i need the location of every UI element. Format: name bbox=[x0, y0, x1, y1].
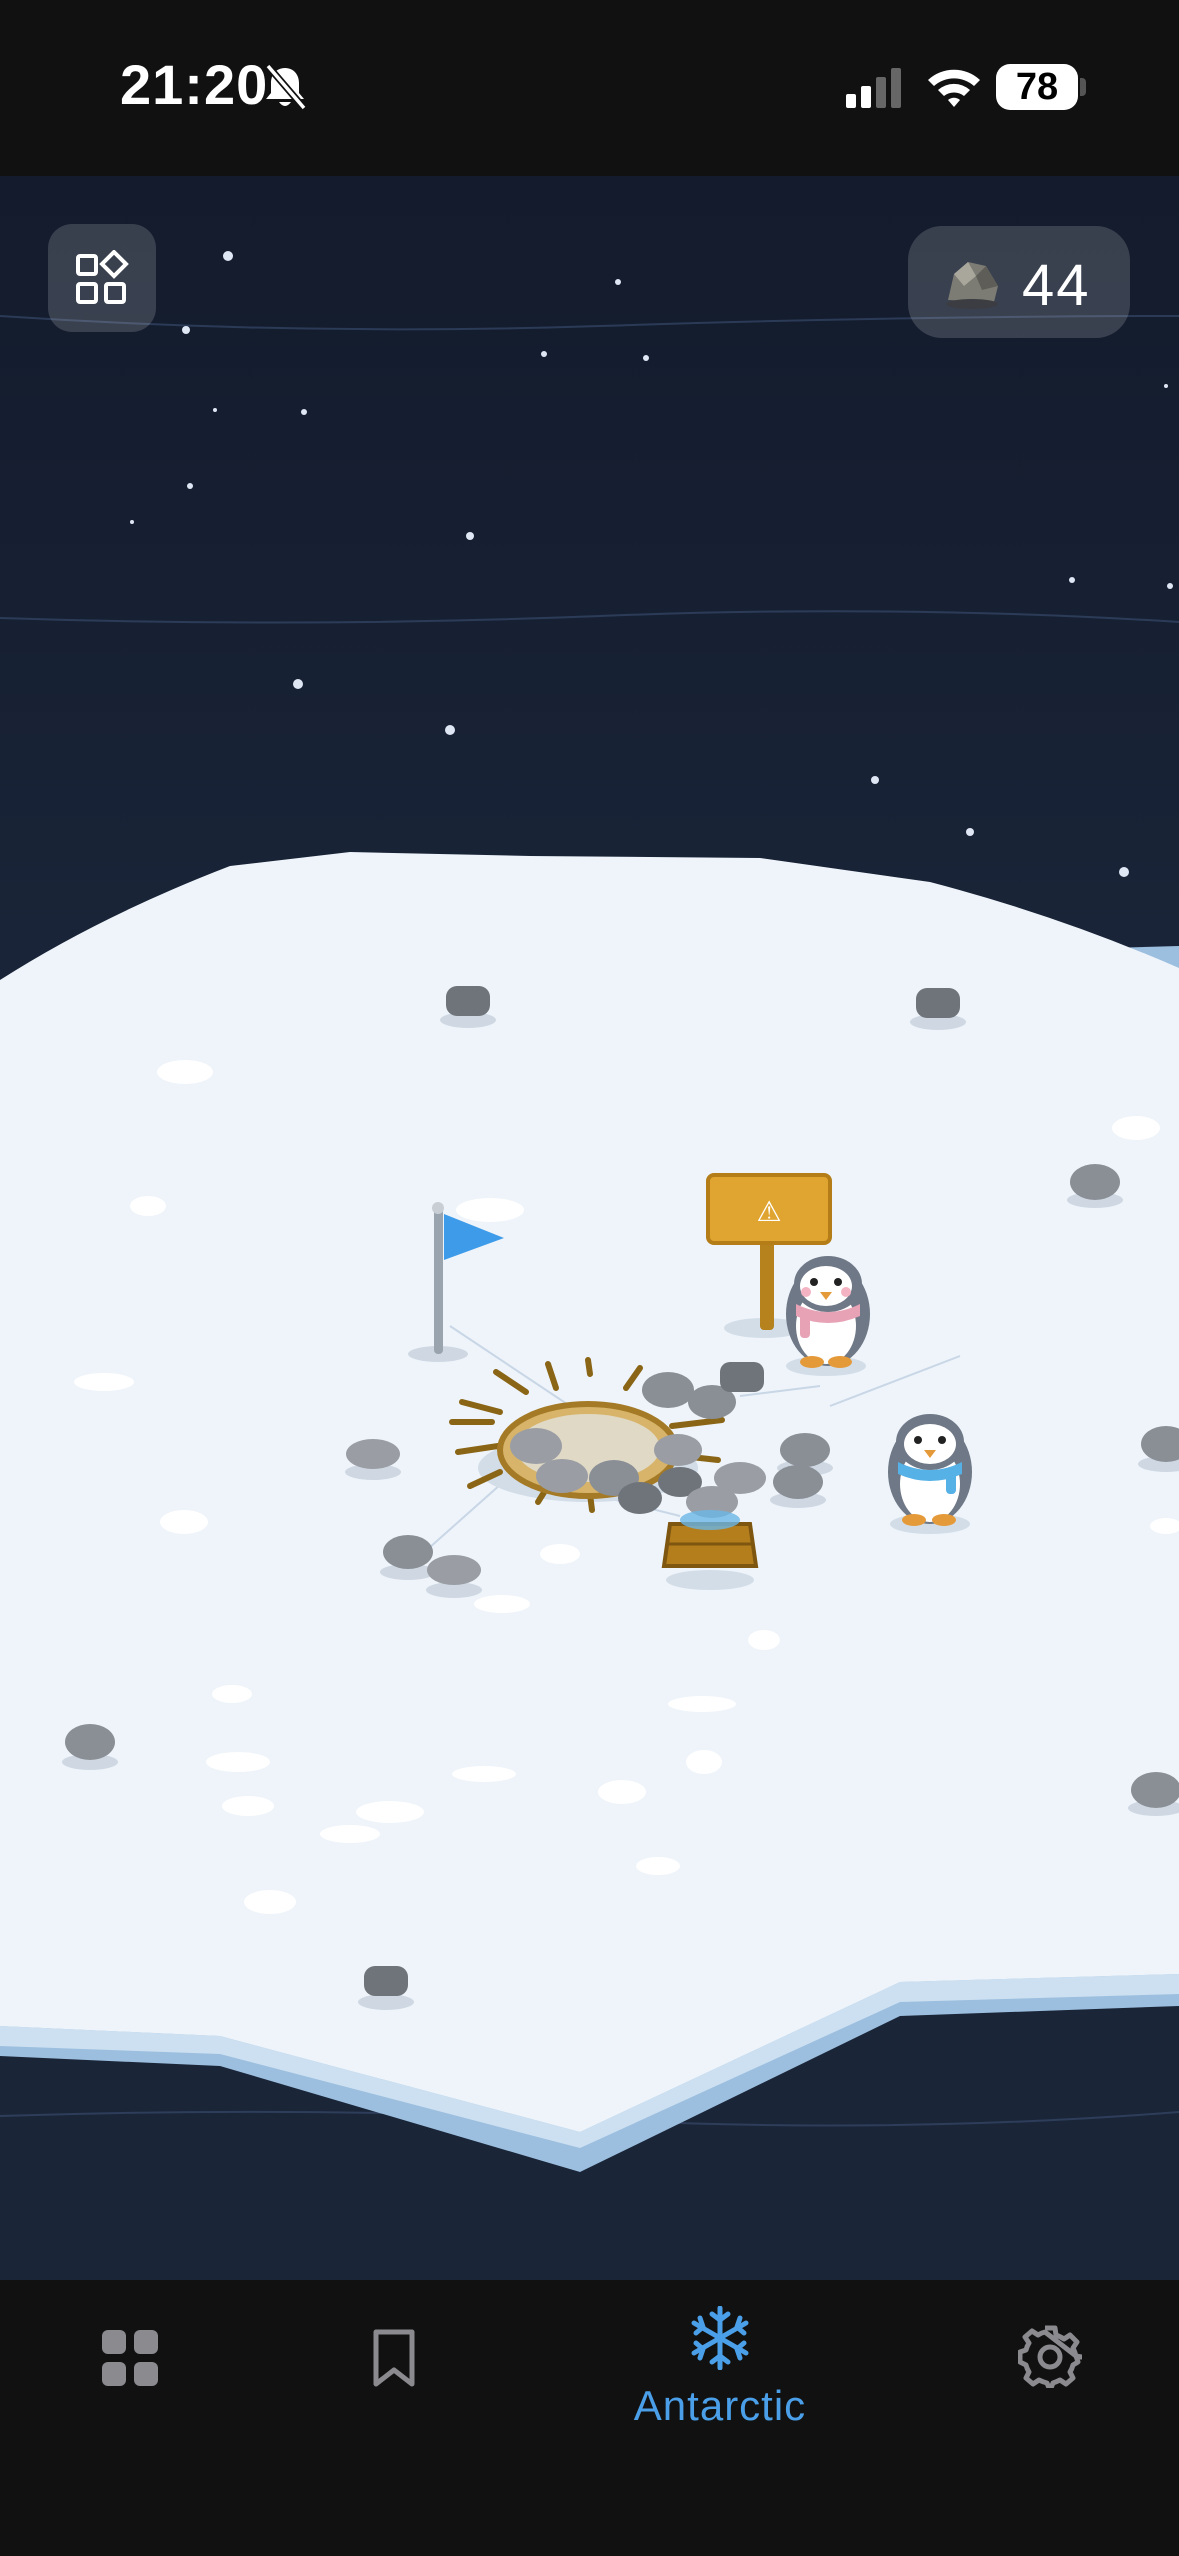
scene-canvas: ⚠ bbox=[0, 251, 1179, 2172]
rock-icon bbox=[946, 262, 998, 309]
grid-shapes-icon bbox=[76, 250, 129, 304]
rock bbox=[426, 1555, 482, 1598]
tab-bar: Antarctic bbox=[0, 2280, 1179, 2556]
wooden-crate bbox=[661, 1510, 759, 1590]
status-bar: 21:20 78 bbox=[0, 0, 1179, 176]
stones-count: 44 bbox=[1022, 253, 1091, 318]
gear-icon bbox=[1018, 2325, 1082, 2388]
rock bbox=[618, 1482, 662, 1514]
status-time: 21:20 bbox=[120, 53, 269, 116]
sign-symbol: ⚠ bbox=[756, 1195, 781, 1228]
grid-icon bbox=[102, 2330, 158, 2386]
rock bbox=[510, 1428, 562, 1464]
rock bbox=[440, 986, 496, 1028]
rock bbox=[910, 988, 966, 1030]
tab-antarctic-label: Antarctic bbox=[633, 2382, 807, 2429]
rock bbox=[62, 1724, 118, 1770]
snowflake-icon bbox=[691, 2306, 749, 2370]
rock bbox=[345, 1439, 401, 1480]
rock bbox=[536, 1459, 588, 1493]
bell-slash-icon bbox=[265, 63, 307, 111]
tab-bookmark[interactable] bbox=[340, 2280, 450, 2480]
rock bbox=[380, 1535, 436, 1580]
stars bbox=[130, 251, 1173, 877]
stones-counter[interactable]: 44 bbox=[908, 226, 1130, 338]
cellular-signal-icon bbox=[846, 68, 901, 108]
bookmark-icon bbox=[373, 2329, 415, 2387]
tab-settings[interactable] bbox=[1000, 2280, 1100, 2480]
rock bbox=[770, 1465, 826, 1508]
rock bbox=[642, 1372, 694, 1408]
tab-grid[interactable] bbox=[80, 2280, 180, 2480]
rock bbox=[720, 1362, 764, 1392]
tab-antarctic[interactable]: Antarctic bbox=[590, 2280, 850, 2480]
battery-nub bbox=[1080, 78, 1086, 96]
menu-button[interactable] bbox=[48, 224, 156, 332]
antarctic-scene: ⚠ bbox=[0, 176, 1179, 2280]
rock bbox=[358, 1966, 414, 2010]
rock bbox=[654, 1434, 702, 1466]
battery-icon: 78 bbox=[996, 64, 1078, 110]
wifi-icon bbox=[928, 69, 980, 107]
